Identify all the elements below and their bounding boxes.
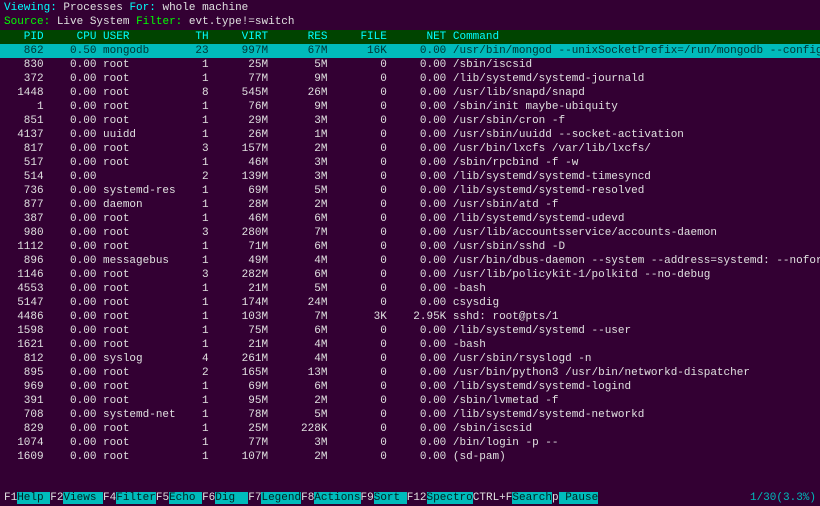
function-keys[interactable]: F1Help F2Views F4FilterF5Echo F6Dig F7Le… <box>4 492 598 504</box>
table-row[interactable]: 1621 0.00 root 1 21M 4M 0 0.00 -bash <box>4 338 816 352</box>
fkey-label: Filter <box>116 492 156 504</box>
table-row[interactable]: 4553 0.00 root 1 21M 5M 0 0.00 -bash <box>4 282 816 296</box>
table-row[interactable]: 1146 0.00 root 3 282M 6M 0 0.00 /usr/lib… <box>4 268 816 282</box>
column-header-row[interactable]: PID CPU USER TH VIRT RES FILE NET Comman… <box>0 30 820 44</box>
fkey-label: Echo <box>169 492 202 504</box>
fkey-label: Search <box>512 492 552 504</box>
table-row[interactable]: 830 0.00 root 1 25M 5M 0 0.00 /sbin/iscs… <box>4 58 816 72</box>
fkey-label: Actions <box>314 492 360 504</box>
fkey-ctrl+f[interactable]: CTRL+F <box>473 492 513 504</box>
fkey-label: Dig <box>215 492 248 504</box>
table-row[interactable]: 4137 0.00 uuidd 1 26M 1M 0 0.00 /usr/sbi… <box>4 128 816 142</box>
footer-bar: F1Help F2Views F4FilterF5Echo F6Dig F7Le… <box>0 490 820 506</box>
table-row[interactable]: 851 0.00 root 1 29M 3M 0 0.00 /usr/sbin/… <box>4 114 816 128</box>
table-row[interactable]: 895 0.00 root 2 165M 13M 0 0.00 /usr/bin… <box>4 366 816 380</box>
header-line-1: Viewing: Processes For: whole machine <box>0 0 820 16</box>
table-row[interactable]: 736 0.00 systemd-res 1 69M 5M 0 0.00 /li… <box>4 184 816 198</box>
header-line-2: Source: Live System Filter: evt.type!=sw… <box>0 16 820 30</box>
table-row[interactable]: 708 0.00 systemd-net 1 78M 5M 0 0.00 /li… <box>4 408 816 422</box>
selected-process-row[interactable]: 862 0.50 mongodb 23 997M 67M 16K 0.00 /u… <box>0 44 820 58</box>
table-row[interactable]: 1598 0.00 root 1 75M 6M 0 0.00 /lib/syst… <box>4 324 816 338</box>
table-row[interactable]: 372 0.00 root 1 77M 9M 0 0.00 /lib/syste… <box>4 72 816 86</box>
table-row[interactable]: 969 0.00 root 1 69M 6M 0 0.00 /lib/syste… <box>4 380 816 394</box>
fkey-f1[interactable]: F1 <box>4 492 17 504</box>
fkey-f2[interactable]: F2 <box>50 492 63 504</box>
table-row[interactable]: 1112 0.00 root 1 71M 6M 0 0.00 /usr/sbin… <box>4 240 816 254</box>
table-row[interactable]: 5147 0.00 root 1 174M 24M 0 0.00 csysdig <box>4 296 816 310</box>
fkey-f9[interactable]: F9 <box>361 492 374 504</box>
table-row[interactable]: 980 0.00 root 3 280M 7M 0 0.00 /usr/lib/… <box>4 226 816 240</box>
table-row[interactable]: 517 0.00 root 1 46M 3M 0 0.00 /sbin/rpcb… <box>4 156 816 170</box>
fkey-f5[interactable]: F5 <box>156 492 169 504</box>
table-row[interactable]: 877 0.00 daemon 1 28M 2M 0 0.00 /usr/sbi… <box>4 198 816 212</box>
table-row[interactable]: 387 0.00 root 1 46M 6M 0 0.00 /lib/syste… <box>4 212 816 226</box>
process-table[interactable]: 830 0.00 root 1 25M 5M 0 0.00 /sbin/iscs… <box>0 58 820 464</box>
table-row[interactable]: 812 0.00 syslog 4 261M 4M 0 0.00 /usr/sb… <box>4 352 816 366</box>
fkey-label: Pause <box>559 492 599 504</box>
table-row[interactable]: 4486 0.00 root 1 103M 7M 3K 2.95K sshd: … <box>4 310 816 324</box>
fkey-f12[interactable]: F12 <box>407 492 427 504</box>
fkey-label: Legend <box>261 492 301 504</box>
table-row[interactable]: 1074 0.00 root 1 77M 3M 0 0.00 /bin/logi… <box>4 436 816 450</box>
fkey-label: Views <box>63 492 103 504</box>
table-row[interactable]: 1 0.00 root 1 76M 9M 0 0.00 /sbin/init m… <box>4 100 816 114</box>
table-row[interactable]: 1448 0.00 root 8 545M 26M 0 0.00 /usr/li… <box>4 86 816 100</box>
table-row[interactable]: 896 0.00 messagebus 1 49M 4M 0 0.00 /usr… <box>4 254 816 268</box>
table-row[interactable]: 514 0.00 2 139M 3M 0 0.00 /lib/systemd/s… <box>4 170 816 184</box>
fkey-label: Spectro <box>427 492 473 504</box>
fkey-p[interactable]: p <box>552 492 559 504</box>
table-row[interactable]: 829 0.00 root 1 25M 228K 0 0.00 /sbin/is… <box>4 422 816 436</box>
fkey-f7[interactable]: F7 <box>248 492 261 504</box>
table-row[interactable]: 817 0.00 root 3 157M 2M 0 0.00 /usr/bin/… <box>4 142 816 156</box>
table-row[interactable]: 391 0.00 root 1 95M 2M 0 0.00 /sbin/lvme… <box>4 394 816 408</box>
fkey-f6[interactable]: F6 <box>202 492 215 504</box>
fkey-label: Sort <box>374 492 407 504</box>
fkey-f4[interactable]: F4 <box>103 492 116 504</box>
footer-status: 1/30(3.3%) <box>750 492 816 504</box>
table-row[interactable]: 1609 0.00 root 1 107M 2M 0 0.00 (sd-pam) <box>4 450 816 464</box>
fkey-label: Help <box>17 492 50 504</box>
fkey-f8[interactable]: F8 <box>301 492 314 504</box>
